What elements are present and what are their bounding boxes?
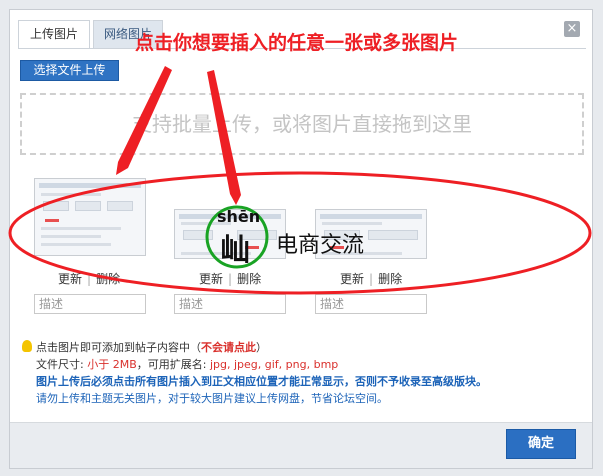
info-text: ，可用扩展名: bbox=[136, 358, 210, 371]
delete-link[interactable]: 删除 bbox=[378, 272, 402, 286]
info-text: ） bbox=[256, 341, 267, 354]
info-text: 点击图片即可添加到帖子内容中（ bbox=[36, 341, 201, 354]
description-input[interactable] bbox=[174, 294, 286, 314]
size-limit: 小于 2MB bbox=[87, 358, 137, 371]
close-icon[interactable]: × bbox=[564, 21, 580, 37]
watermark-text: 电商交流 bbox=[276, 233, 365, 258]
watermark-char: 屾 bbox=[220, 233, 250, 268]
extensions: jpg, jpeg, gif, png, bmp bbox=[209, 358, 339, 371]
upload-info: 点击图片即可添加到帖子内容中（不会请点此） 文件尺寸: 小于 2MB，可用扩展名… bbox=[22, 339, 487, 407]
lightbulb-icon bbox=[22, 340, 32, 352]
dialog-footer: 确定 bbox=[10, 422, 592, 468]
choose-file-button[interactable]: 选择文件上传 bbox=[20, 60, 119, 81]
drop-zone[interactable]: 支持批量上传，或将图片直接拖到这里 bbox=[20, 93, 584, 155]
update-link[interactable]: 更新 bbox=[199, 272, 223, 286]
tab-upload-image[interactable]: 上传图片 bbox=[18, 20, 90, 49]
delete-link[interactable]: 删除 bbox=[96, 272, 120, 286]
info-text: 文件尺寸: bbox=[36, 358, 88, 371]
warning-text: 图片上传后必须点击所有图片插入到正文相应位置才能正常显示，否则不予收录至高级版块… bbox=[36, 375, 487, 388]
description-input[interactable] bbox=[34, 294, 146, 314]
confirm-button[interactable]: 确定 bbox=[506, 429, 576, 459]
description-input[interactable] bbox=[315, 294, 427, 314]
delete-link[interactable]: 删除 bbox=[237, 272, 261, 286]
image-actions: 更新 | 删除 bbox=[340, 272, 403, 286]
update-link[interactable]: 更新 bbox=[58, 272, 82, 286]
update-link[interactable]: 更新 bbox=[340, 272, 364, 286]
notice-text: 请勿上传和主题无关图片，对于较大图片建议上传网盘，节省论坛空间。 bbox=[36, 392, 388, 405]
image-item[interactable] bbox=[34, 178, 146, 256]
image-actions: 更新 | 删除 bbox=[58, 272, 121, 286]
annotation-title: 点击你想要插入的任意一张或多张图片 bbox=[135, 32, 459, 54]
image-actions: 更新 | 删除 bbox=[199, 272, 262, 286]
watermark-pinyin: shēn bbox=[217, 207, 261, 226]
help-link[interactable]: 不会请点此 bbox=[201, 341, 256, 354]
image-thumbnail[interactable] bbox=[34, 178, 146, 256]
